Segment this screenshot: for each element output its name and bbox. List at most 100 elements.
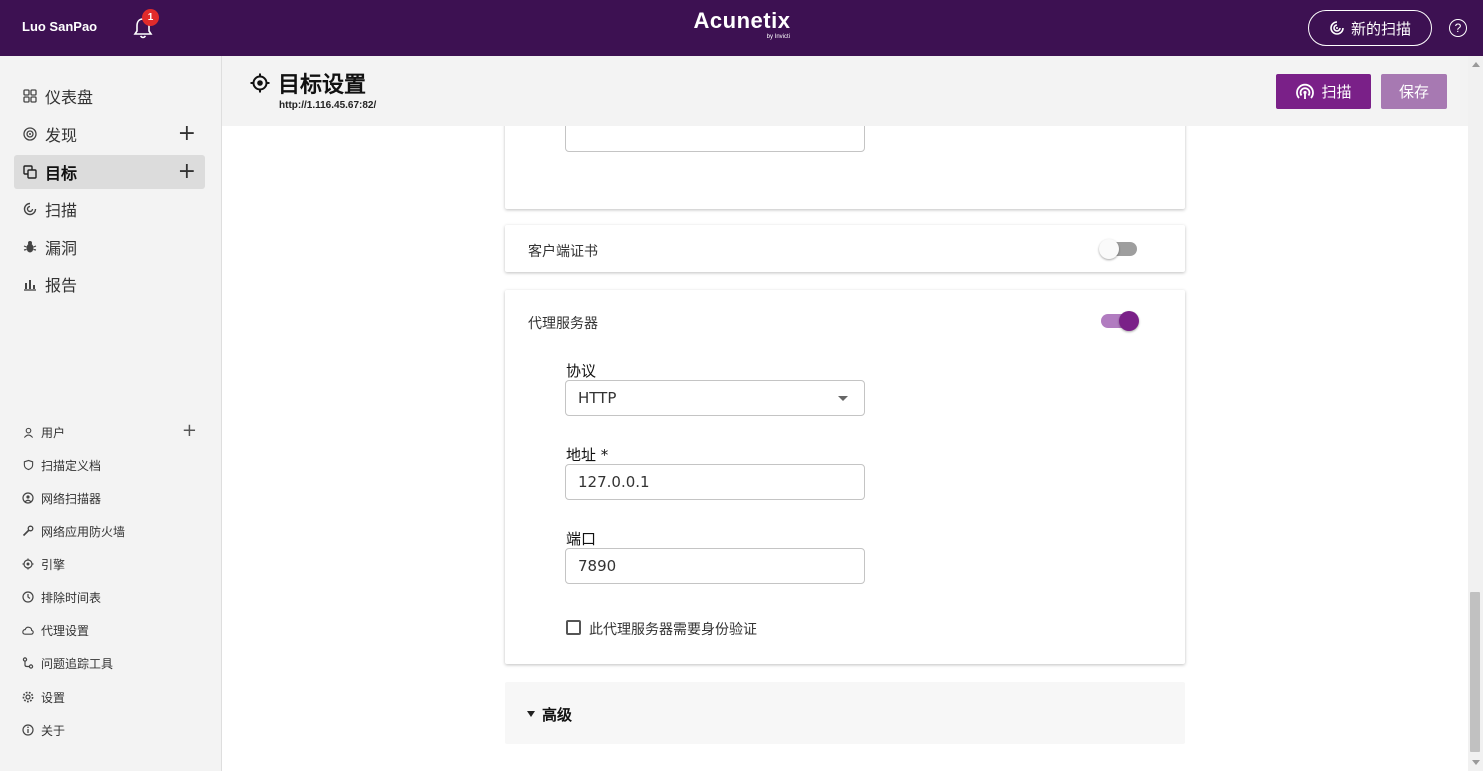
nav-item-vulnerabilities[interactable]: 漏洞 <box>14 230 205 264</box>
target-crosshair-icon <box>250 73 270 93</box>
page-scrollbar[interactable] <box>1468 56 1483 771</box>
page-title: 目标设置 <box>278 73 367 98</box>
nav-label: 漏洞 <box>45 239 78 258</box>
port-value: 7890 <box>578 557 617 575</box>
nav-label: 扫描 <box>45 201 78 220</box>
main-content: 客户端证书 代理服务器 协议 HTTP 地址 * 127.0.0.1 端口 78… <box>222 126 1468 771</box>
add-discovery-button[interactable]: + <box>178 123 196 145</box>
nav-label: 目标 <box>45 164 78 183</box>
toggle-knob <box>1119 311 1139 331</box>
nav-item-dashboard[interactable]: 仪表盘 <box>14 79 205 113</box>
scans-icon <box>23 202 37 216</box>
port-label: 端口 <box>566 530 597 548</box>
sidebar-item-issue-trackers[interactable]: 问题追踪工具 <box>22 652 205 674</box>
advanced-label: 高级 <box>542 706 573 724</box>
address-input[interactable]: 127.0.0.1 <box>565 464 865 500</box>
proxy-server-card: 代理服务器 协议 HTTP 地址 * 127.0.0.1 端口 7890 此代理… <box>505 290 1185 664</box>
scroll-up-arrow-icon[interactable] <box>1472 62 1480 67</box>
sidebar-item-users[interactable]: 用户 + <box>22 421 205 443</box>
sidebar-item-proxy-settings[interactable]: 代理设置 <box>22 619 205 641</box>
notification-badge: 1 <box>142 9 159 26</box>
nav-item-targets[interactable]: 目标 + <box>14 155 205 189</box>
nav-item-reports[interactable]: 报告 <box>14 267 205 301</box>
nav-label: 报告 <box>45 276 78 295</box>
new-scan-button[interactable]: 新的扫描 <box>1308 10 1432 46</box>
targets-icon <box>23 165 37 179</box>
sidebar-item-excluded-hours[interactable]: 排除时间表 <box>22 586 205 608</box>
previous-field[interactable] <box>565 126 865 152</box>
nav-item-discovery[interactable]: 发现 + <box>14 117 205 151</box>
previous-settings-card <box>505 126 1185 209</box>
proxy-server-title: 代理服务器 <box>528 316 598 332</box>
sidebar-item-label: 引擎 <box>41 557 66 572</box>
sidebar-item-about[interactable]: 关于 <box>22 719 205 741</box>
chevron-down-icon <box>838 396 848 401</box>
page-header: 目标设置 http://1.116.45.67:82/ 扫描 保存 <box>222 56 1468 126</box>
top-bar: Luo SanPao 1 Acunetix by Invicti 新的扫描 ? <box>0 0 1483 56</box>
nav-label: 仪表盘 <box>45 88 94 107</box>
address-label: 地址 * <box>566 446 609 464</box>
user-icon <box>22 426 34 438</box>
sidebar-item-label: 排除时间表 <box>41 590 102 605</box>
scroll-down-arrow-icon[interactable] <box>1472 760 1480 765</box>
discovery-icon <box>23 127 37 141</box>
sidebar-item-label: 问题追踪工具 <box>41 656 114 671</box>
sidebar-item-label: 代理设置 <box>41 623 90 638</box>
advanced-section[interactable]: 高级 <box>505 682 1185 744</box>
caret-down-icon <box>527 711 535 717</box>
cloud-icon <box>22 624 34 636</box>
sidebar-item-engines[interactable]: 引擎 <box>22 553 205 575</box>
sidebar: 仪表盘 发现 + 目标 + 扫描 漏洞 报告 用户 + 扫描定义档 网络扫描器 … <box>0 56 222 771</box>
help-icon[interactable]: ? <box>1449 19 1467 37</box>
proxy-auth-label: 此代理服务器需要身份验证 <box>589 622 757 638</box>
protocol-value: HTTP <box>578 389 617 407</box>
address-value: 127.0.0.1 <box>578 473 650 491</box>
sidebar-item-label: 设置 <box>41 690 66 705</box>
reports-icon <box>23 277 37 291</box>
user-name[interactable]: Luo SanPao <box>22 19 97 34</box>
logo-text: Acunetix <box>693 8 791 33</box>
target-url: http://1.116.45.67:82/ <box>279 100 377 111</box>
bug-icon <box>23 240 37 254</box>
client-certificate-title: 客户端证书 <box>528 244 598 260</box>
sidebar-item-label: 网络应用防火墙 <box>41 524 126 539</box>
new-scan-label: 新的扫描 <box>1350 19 1411 38</box>
wrench-icon <box>22 525 34 537</box>
sidebar-item-label: 扫描定义档 <box>41 458 102 473</box>
client-certificate-card: 客户端证书 <box>505 225 1185 272</box>
sidebar-item-network-scanner[interactable]: 网络扫描器 <box>22 487 205 509</box>
client-certificate-toggle[interactable] <box>1099 239 1137 259</box>
dashboard-icon <box>23 89 37 103</box>
sidebar-item-label: 用户 <box>41 425 66 440</box>
protocol-select[interactable]: HTTP <box>565 380 865 416</box>
clock-icon <box>22 591 34 603</box>
sidebar-item-waf[interactable]: 网络应用防火墙 <box>22 520 205 542</box>
info-icon <box>22 724 34 736</box>
acunetix-logo[interactable]: Acunetix by Invicti <box>682 8 802 40</box>
sidebar-item-scan-profiles[interactable]: 扫描定义档 <box>22 454 205 476</box>
issue-tracker-icon <box>22 657 34 669</box>
network-scanner-icon <box>22 492 34 504</box>
port-input[interactable]: 7890 <box>565 548 865 584</box>
save-button[interactable]: 保存 <box>1381 74 1447 109</box>
nav-label: 发现 <box>45 126 78 145</box>
nav-item-scans[interactable]: 扫描 <box>14 192 205 226</box>
toggle-knob <box>1099 239 1119 259</box>
scan-radar-icon <box>1296 83 1315 99</box>
scan-button[interactable]: 扫描 <box>1276 74 1371 109</box>
protocol-label: 协议 <box>566 362 597 380</box>
sidebar-item-label: 网络扫描器 <box>41 491 102 506</box>
logo-subtext: by Invicti <box>766 34 790 40</box>
sidebar-item-settings[interactable]: 设置 <box>22 686 205 708</box>
scroll-thumb[interactable] <box>1470 592 1480 752</box>
gear-icon <box>22 691 34 703</box>
proxy-server-toggle[interactable] <box>1101 311 1139 331</box>
proxy-auth-checkbox[interactable] <box>566 620 581 635</box>
shield-icon <box>22 459 34 471</box>
add-target-button[interactable]: + <box>178 161 196 183</box>
scan-swirl-icon <box>1330 21 1344 35</box>
scan-label: 扫描 <box>1321 83 1352 101</box>
engine-icon <box>22 558 34 570</box>
sidebar-item-label: 关于 <box>41 723 66 738</box>
add-user-button[interactable]: + <box>182 421 197 441</box>
